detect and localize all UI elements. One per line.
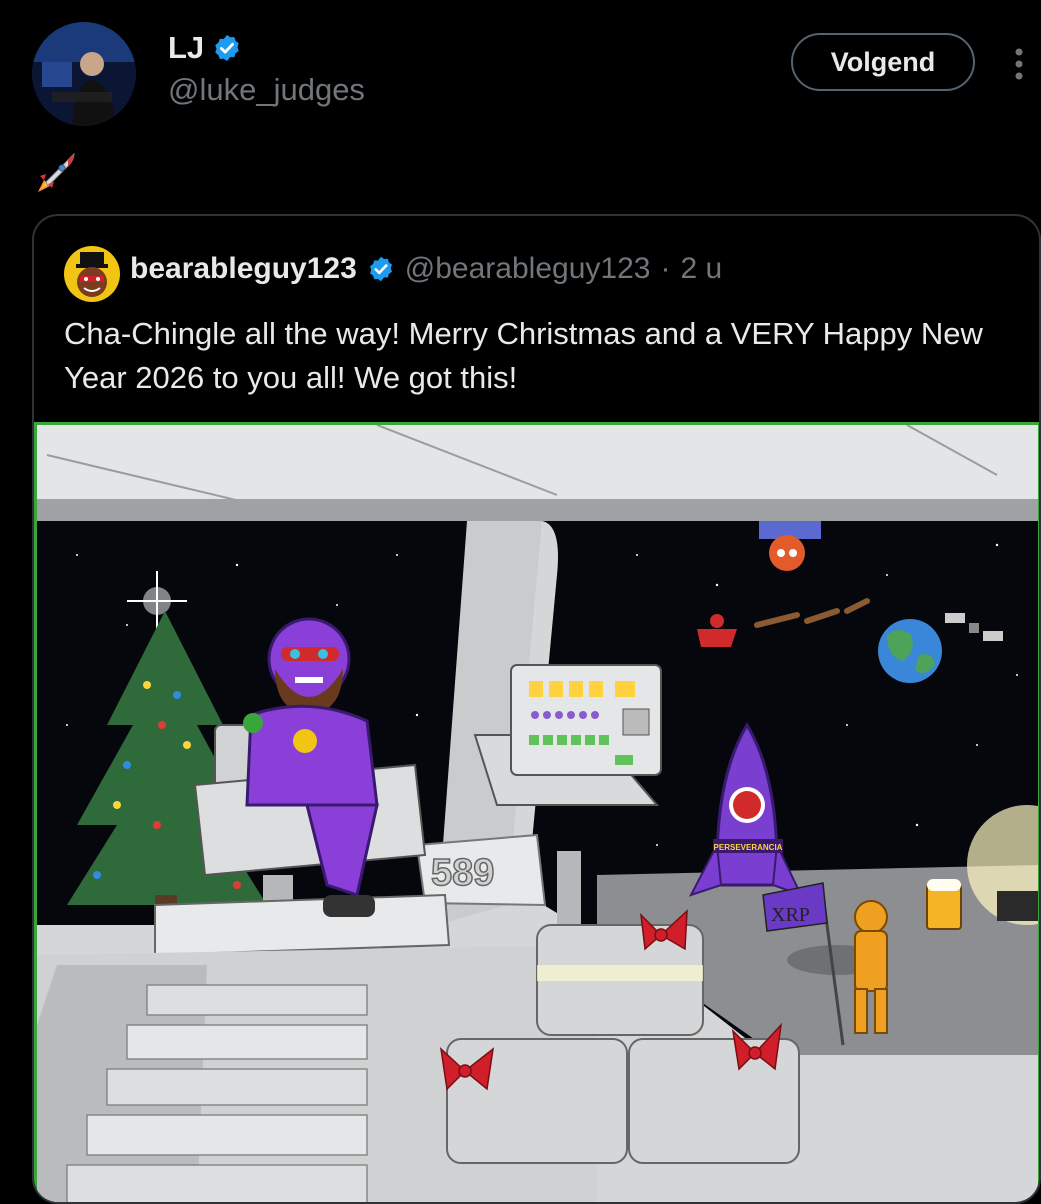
profile-photo-icon <box>32 22 136 126</box>
rocket-emoji-icon <box>38 152 75 192</box>
author-handle[interactable]: @luke_judges <box>168 72 365 108</box>
number-sign-text: 589 <box>431 852 494 894</box>
following-button[interactable]: Volgend <box>791 33 975 91</box>
more-vertical-icon[interactable] <box>1008 44 1030 84</box>
separator-dot: · <box>660 252 671 285</box>
flag-label: XRP <box>771 904 810 926</box>
quoted-author-row: bearableguy123 @bearableguy123 · 2 u <box>130 252 722 286</box>
rocket-label: PERSEVERANCIA <box>714 843 783 852</box>
author-name-row: LJ <box>168 30 242 66</box>
verified-badge-icon <box>215 34 239 62</box>
author-name[interactable]: LJ <box>168 30 204 66</box>
quoted-timestamp[interactable]: 2 u <box>680 252 722 286</box>
quoted-author-name[interactable]: bearableguy123 <box>130 252 357 286</box>
quoted-author-handle[interactable]: @bearableguy123 <box>405 252 651 286</box>
quoted-post-text: Cha-Chingle all the way! Merry Christmas… <box>64 316 983 395</box>
stairs <box>37 965 368 1202</box>
verified-badge-icon <box>369 256 392 282</box>
author-avatar[interactable] <box>32 22 136 126</box>
bear-avatar-icon <box>64 246 120 302</box>
earth <box>878 619 942 683</box>
quoted-post-card[interactable]: bearableguy123 @bearableguy123 · 2 u Cha… <box>32 214 1041 1204</box>
quoted-author-avatar[interactable] <box>64 246 120 302</box>
space-station-illustration: 589 PERSEVERANCIA XRP <box>37 425 1038 1202</box>
quoted-post-image[interactable]: 589 PERSEVERANCIA XRP <box>34 422 1039 1202</box>
